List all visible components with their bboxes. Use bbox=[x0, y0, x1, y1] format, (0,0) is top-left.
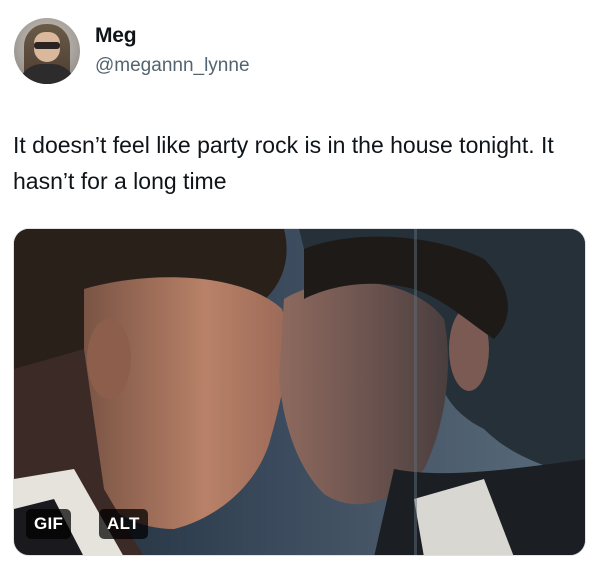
tweet-card: Meg @megannn_lynne It doesn’t feel like … bbox=[0, 0, 600, 568]
display-name[interactable]: Meg bbox=[95, 24, 137, 48]
user-handle[interactable]: @megannn_lynne bbox=[95, 55, 250, 77]
tweet-media-gif[interactable]: GIF ALT bbox=[13, 228, 586, 556]
gif-frame-image bbox=[14, 229, 585, 555]
avatar-sunglasses bbox=[34, 42, 60, 49]
tweet-text: It doesn’t feel like party rock is in th… bbox=[13, 132, 554, 194]
user-avatar[interactable] bbox=[14, 18, 80, 84]
gif-badge[interactable]: GIF bbox=[26, 509, 72, 539]
alt-text-badge[interactable]: ALT bbox=[99, 509, 148, 539]
